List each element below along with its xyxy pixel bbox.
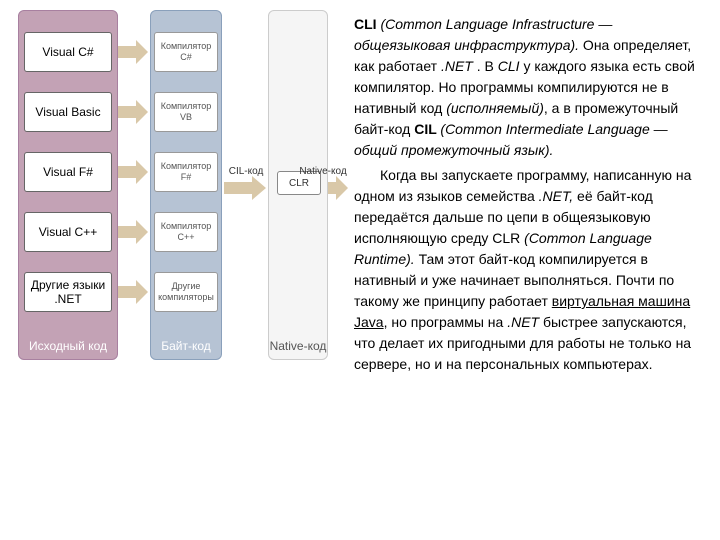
arrow-icon: [118, 280, 148, 304]
lang-box-fsharp: Visual F#: [24, 152, 112, 192]
lang-box-cpp: Visual C++: [24, 212, 112, 252]
column-native-label: Native-код: [269, 339, 327, 353]
compiler-box-other: Другие компиляторы: [154, 272, 218, 312]
paragraph-1: CLI (Common Language Infrastructure — об…: [354, 14, 708, 161]
column-source-label: Исходный код: [19, 339, 117, 353]
compiler-box-cpp: Компилятор C++: [154, 212, 218, 252]
paragraph-2: Когда вы запускаете программу, написанну…: [354, 165, 708, 375]
arrow-icon: [328, 176, 348, 200]
arrow-icon: [118, 40, 148, 64]
arrow-icon: [118, 160, 148, 184]
arrow-icon: [118, 100, 148, 124]
cil-label: CIL-код: [226, 166, 266, 177]
native-output-label: Native-код: [298, 166, 348, 177]
compiler-box-vb: Компилятор VB: [154, 92, 218, 132]
column-byte-label: Байт-код: [151, 339, 221, 353]
compiler-box-fsharp: Компилятор F#: [154, 152, 218, 192]
lang-box-csharp: Visual C#: [24, 32, 112, 72]
arrow-icon: [224, 176, 266, 200]
compiler-box-csharp: Компилятор C#: [154, 32, 218, 72]
lang-box-vb: Visual Basic: [24, 92, 112, 132]
column-native-code: CLR Native-код: [268, 10, 328, 360]
description-text: CLI (Common Language Infrastructure — об…: [350, 0, 720, 540]
lang-box-other: Другие языки .NET: [24, 272, 112, 312]
arrow-icon: [118, 220, 148, 244]
cli-diagram: Исходный код Байт-код CLR Native-код Vis…: [0, 0, 350, 540]
